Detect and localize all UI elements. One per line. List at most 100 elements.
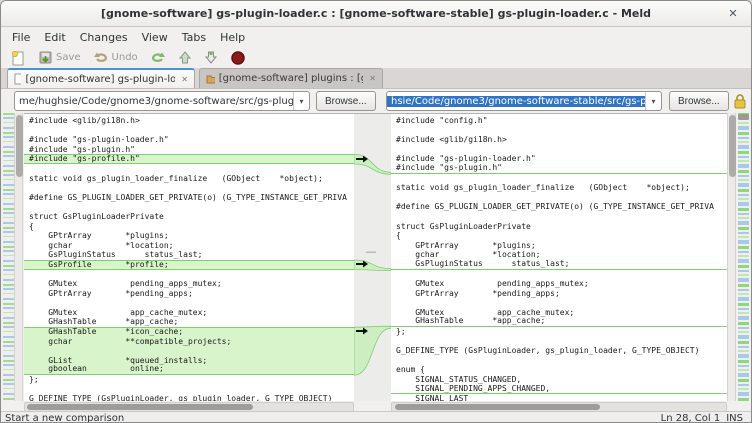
menu-file[interactable]: File xyxy=(5,29,37,46)
code-line: #include <glib/gi18n.h> xyxy=(391,135,727,145)
stop-button[interactable] xyxy=(226,48,250,67)
chevron-down-icon[interactable]: ▾ xyxy=(293,92,309,110)
code-line xyxy=(24,183,354,193)
code-line xyxy=(391,193,727,203)
code-line: enum { xyxy=(391,365,727,375)
tab-close-icon[interactable]: ✕ xyxy=(367,74,376,83)
status-message: Start a new comparison xyxy=(1,413,661,423)
code-pane-left[interactable]: #include <glib/gi18n.h> #include "gs-plug… xyxy=(24,113,354,401)
left-browse-button[interactable]: Browse... xyxy=(316,91,376,111)
left-vertical-scrollbar[interactable] xyxy=(14,113,23,401)
code-line: { xyxy=(24,222,354,232)
file-selector-row: me/hughsie/Code/gnome3/gnome-software/sr… xyxy=(1,89,751,113)
tab-plugins[interactable]: [gnome-software] plugins : [gnome-soft ✕ xyxy=(199,68,383,88)
right-file-combobox[interactable]: hsie/Code/gnome3/gnome-software-stable/s… xyxy=(386,91,662,111)
next-change-button[interactable] xyxy=(200,48,222,67)
previous-change-button[interactable] xyxy=(174,48,196,67)
code-line: GPtrArray *plugins; xyxy=(391,241,727,251)
menu-help[interactable]: Help xyxy=(213,29,252,46)
code-line: #include "gs-profile.h" xyxy=(24,154,354,164)
code-line: SIGNAL_PENDING_APPS_CHANGED, xyxy=(391,385,727,395)
code-line xyxy=(24,385,354,395)
code-line: #include "config.h" xyxy=(391,116,727,126)
undo-icon xyxy=(93,50,109,65)
code-line xyxy=(24,202,354,212)
menu-tabs[interactable]: Tabs xyxy=(175,29,213,46)
code-line xyxy=(391,270,727,280)
record-circle-icon xyxy=(230,50,246,66)
cursor-position: Ln 28, Col 1 xyxy=(661,413,727,423)
arrow-up-icon xyxy=(178,50,192,66)
tab-gs-plugin-loader[interactable]: [gnome-software] gs-plugin-loader.c : [g… xyxy=(7,68,195,88)
new-comparison-button[interactable] xyxy=(7,48,30,67)
code-line: GPtrArray *pending_apps; xyxy=(391,289,727,299)
right-file-path: hsie/Code/gnome3/gnome-software-stable/s… xyxy=(387,96,645,107)
menubar: File Edit Changes View Tabs Help xyxy=(1,28,751,47)
undo-button[interactable]: Undo xyxy=(89,48,142,67)
change-link-curves xyxy=(354,114,391,402)
redo-icon xyxy=(150,50,166,65)
diff-map-position-indicator[interactable] xyxy=(738,114,749,120)
code-line: gchar *location; xyxy=(24,241,354,251)
change-gutter: — xyxy=(354,113,391,401)
code-line: GPtrArray *pending_apps; xyxy=(24,289,354,299)
new-document-icon xyxy=(11,50,26,66)
arrow-down-icon xyxy=(204,50,218,66)
code-line: GMutex app_cache_mutex; xyxy=(24,308,354,318)
left-file-combobox[interactable]: me/hughsie/Code/gnome3/gnome-software/sr… xyxy=(14,91,310,111)
code-line: #define GS_PLUGIN_LOADER_GET_PRIVATE(o) … xyxy=(391,202,727,212)
right-vertical-scrollbar[interactable] xyxy=(727,113,736,401)
menu-view[interactable]: View xyxy=(135,29,175,46)
code-line xyxy=(24,298,354,308)
save-button[interactable]: Save xyxy=(34,48,85,67)
right-browse-button[interactable]: Browse... xyxy=(669,91,729,111)
code-line xyxy=(391,337,727,347)
code-line: GsProfile *profile; xyxy=(24,260,354,270)
diff-area: #include <glib/gi18n.h> #include "gs-plug… xyxy=(1,113,752,401)
delete-change-minus-icon: — xyxy=(364,247,378,257)
code-line: gchar **compatible_projects; xyxy=(24,337,354,347)
code-line: }; xyxy=(391,327,727,337)
window-close-icon[interactable]: ✕ xyxy=(725,6,741,22)
code-line xyxy=(391,145,727,155)
code-line xyxy=(391,212,727,222)
code-line xyxy=(24,346,354,356)
code-line: G_DEFINE_TYPE (GsPluginLoader, gs_plugin… xyxy=(24,394,354,401)
code-line: }; xyxy=(24,375,354,385)
code-line xyxy=(391,356,727,366)
lock-icon[interactable] xyxy=(732,92,748,110)
code-pane-right[interactable]: #include "config.h" #include <glib/gi18n.… xyxy=(391,113,727,401)
insert-mode-indicator: INS xyxy=(726,413,751,423)
scrollbar-thumb[interactable] xyxy=(395,404,600,410)
titlebar: [gnome-software] gs-plugin-loader.c : [g… xyxy=(1,1,751,27)
menu-changes[interactable]: Changes xyxy=(73,29,135,46)
code-line: #include <glib/gi18n.h> xyxy=(24,116,354,126)
scrollbar-thumb[interactable] xyxy=(16,115,23,177)
scrollbar-thumb[interactable] xyxy=(27,404,253,410)
code-line: GMutex pending_apps_mutex; xyxy=(24,279,354,289)
chevron-down-icon[interactable]: ▾ xyxy=(645,92,661,110)
tab-label: [gnome-software] gs-plugin-loader.c : [g xyxy=(25,74,175,85)
scrollbar-thumb[interactable] xyxy=(729,115,736,177)
redo-button[interactable] xyxy=(146,48,170,67)
tab-label: [gnome-software] plugins : [gnome-soft xyxy=(219,73,364,84)
code-line xyxy=(24,270,354,280)
undo-label: Undo xyxy=(112,52,138,63)
code-line: G_DEFINE_TYPE (GsPluginLoader, gs_plugin… xyxy=(391,346,727,356)
menu-edit[interactable]: Edit xyxy=(37,29,72,46)
code-line: GsPluginStatus status_last; xyxy=(24,250,354,260)
code-line: struct GsPluginLoaderPrivate xyxy=(24,212,354,222)
toolbar: Save Undo xyxy=(1,47,751,68)
code-line: GHashTable *app_cache; xyxy=(24,317,354,327)
diff-map-right[interactable] xyxy=(738,113,749,401)
folder-icon xyxy=(206,73,215,84)
meld-window: [gnome-software] gs-plugin-loader.c : [g… xyxy=(0,0,752,423)
code-line: GMutex pending_apps_mutex; xyxy=(391,279,727,289)
save-icon xyxy=(38,50,53,65)
diff-map-left[interactable] xyxy=(3,113,14,401)
tab-close-icon[interactable]: ✕ xyxy=(179,75,188,84)
code-line xyxy=(391,298,727,308)
code-line: #include "gs-plugin.h" xyxy=(24,145,354,155)
code-line: static void gs_plugin_loader_finalize (G… xyxy=(391,183,727,193)
code-line: GsPluginStatus status_last; xyxy=(391,260,727,270)
